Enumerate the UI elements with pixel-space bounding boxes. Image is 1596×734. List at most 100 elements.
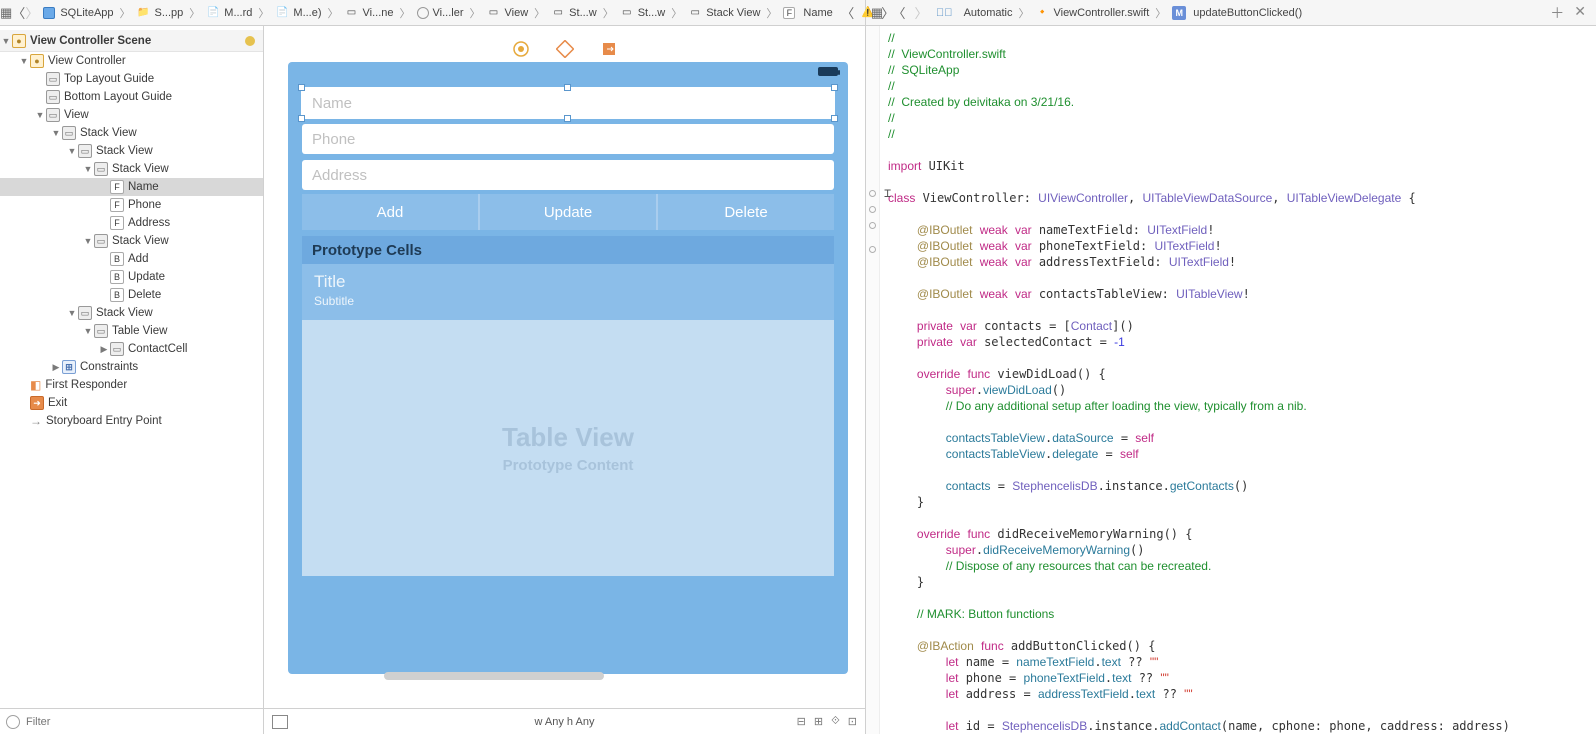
outline-item[interactable]: ▭ Top Layout Guide [0, 70, 263, 88]
resize-tool-icon[interactable]: ⊡ [848, 715, 857, 728]
outline-item-icon: B [110, 252, 124, 266]
outline-item-icon: → [30, 414, 42, 428]
assistant-related-icon[interactable]: ▦ [866, 2, 888, 24]
resolve-tool-icon[interactable]: ⟐ [831, 715, 840, 728]
outline-item-label: View [64, 109, 89, 121]
outline-item-label: Add [128, 253, 148, 265]
assistant-forward-button[interactable]: 〉 [910, 2, 932, 24]
outline-item-label: View Controller [48, 55, 126, 67]
outline-item[interactable]: ▼●View Controller [0, 52, 263, 70]
scene-icon: ● [12, 34, 26, 48]
related-items-icon[interactable]: ▦ [0, 2, 12, 24]
forward-button[interactable]: 〉 [25, 2, 38, 24]
outline-item[interactable]: →Storyboard Entry Point [0, 412, 263, 430]
outline-item[interactable]: ▶▭ContactCell [0, 340, 263, 358]
outline-item-icon: ▭ [62, 126, 76, 140]
filter-icon[interactable] [6, 715, 20, 729]
outline-item-label: Phone [128, 199, 161, 211]
outline-item[interactable]: ◧ First Responder [0, 376, 263, 394]
outline-item-icon: F [110, 198, 124, 212]
outline-filter-input[interactable] [26, 716, 257, 728]
size-class-label[interactable]: w Any h Any [535, 716, 595, 728]
ib-bottom-bar: w Any h Any ⊟ ⊞ ⟐ ⊡ [264, 708, 865, 734]
outline-item[interactable]: ▼▭Stack View [0, 124, 263, 142]
first-responder-icon[interactable] [556, 40, 574, 58]
outline-item[interactable]: ▼▭Stack View [0, 142, 263, 160]
scene-status-dot [245, 36, 255, 46]
outline-item[interactable]: ➜Exit [0, 394, 263, 412]
outline-item-icon: ⊞ [62, 360, 76, 374]
outline-item[interactable]: ▼▭Table View [0, 322, 263, 340]
outline-toggle-button[interactable] [272, 715, 288, 729]
outline-item[interactable]: ▶⊞Constraints [0, 358, 263, 376]
method-icon: M [1172, 6, 1186, 20]
breadcrumb[interactable]: SQLiteApp〉 S...pp〉 📄M...rd〉 📄M...e)〉 ▭Vi… [38, 5, 836, 21]
prototype-cell[interactable]: Title Subtitle [302, 264, 834, 320]
outline-item-icon: ▭ [94, 162, 108, 176]
outline-item[interactable]: ▼▭Stack View [0, 160, 263, 178]
update-button[interactable]: Update [480, 194, 658, 230]
outline-item-label: Top Layout Guide [64, 73, 154, 85]
pin-tool-icon[interactable]: ⊞ [814, 715, 823, 728]
text-cursor: ⌶ [884, 186, 891, 200]
outline-item[interactable]: F Phone [0, 196, 263, 214]
swift-file-icon [1035, 6, 1049, 20]
outline-item[interactable]: F Address [0, 214, 263, 232]
vc-icon[interactable] [512, 40, 530, 58]
outline-item-label: Constraints [80, 361, 138, 373]
add-assistant-button[interactable]: ＋ [1550, 3, 1564, 23]
outline-item-icon: ◧ [30, 378, 41, 392]
outline-item-icon: F [110, 216, 124, 230]
prototype-cells-header: Prototype Cells [302, 236, 834, 264]
jump-bar-right: ▦ 〈 〉 ◯⃘ Automatic〉 ViewController.swift… [866, 0, 1596, 25]
table-view-placeholder[interactable]: Table View Prototype Content [302, 320, 834, 576]
outline-item-label: Stack View [112, 235, 169, 247]
canvas-scrollbar[interactable] [384, 672, 604, 680]
outline-item-label: Address [128, 217, 170, 229]
address-textfield[interactable]: Address [302, 160, 834, 190]
outline-item-label: Bottom Layout Guide [64, 91, 172, 103]
outline-item-label: Exit [48, 397, 67, 409]
outline-item[interactable]: FName [0, 178, 263, 196]
back-button[interactable]: 〈 [12, 2, 25, 24]
outline-item[interactable]: ▼▭Stack View [0, 232, 263, 250]
outline-item[interactable]: BDelete [0, 286, 263, 304]
outline-scene-header[interactable]: ▼ ● View Controller Scene [0, 30, 263, 52]
outline-item[interactable]: ▭ Bottom Layout Guide [0, 88, 263, 106]
exit-icon[interactable] [600, 40, 618, 58]
outline-item-icon: ▭ [46, 72, 60, 86]
outline-item-icon: ▭ [46, 90, 60, 104]
outline-item-label: First Responder [45, 379, 127, 391]
outline-item-icon: ▭ [94, 234, 108, 248]
assistant-breadcrumb[interactable]: ◯⃘ Automatic〉 ViewController.swift〉 Mupd… [932, 5, 1306, 21]
document-outline: ▼ ● View Controller Scene ▼●View Control… [0, 26, 264, 734]
align-tool-icon[interactable]: ⊟ [797, 715, 806, 728]
outline-item-icon: B [110, 288, 124, 302]
name-textfield[interactable]: Name [302, 88, 834, 118]
outline-item-icon: ▭ [46, 108, 60, 122]
outline-item-label: Table View [112, 325, 167, 337]
outline-item-icon: B [110, 270, 124, 284]
phone-textfield[interactable]: Phone [302, 124, 834, 154]
outline-item-label: Stack View [112, 163, 169, 175]
assistant-editor: // // ViewController.swift // SQLiteApp … [866, 26, 1596, 734]
battery-icon [818, 67, 838, 76]
cell-subtitle: Subtitle [314, 294, 822, 308]
outline-item[interactable]: BUpdate [0, 268, 263, 286]
delete-button[interactable]: Delete [658, 194, 834, 230]
assistant-back-button[interactable]: 〈 [888, 2, 910, 24]
code-editor[interactable]: // // ViewController.swift // SQLiteApp … [880, 26, 1596, 734]
device-canvas[interactable]: Name Phone Address Add Update Delete Pro… [288, 62, 848, 674]
prev-issue-button[interactable]: 〈 [837, 2, 859, 24]
outline-item-label: Stack View [80, 127, 137, 139]
add-button[interactable]: Add [302, 194, 480, 230]
jump-bar-left: ▦ 〈 〉 SQLiteApp〉 S...pp〉 📄M...rd〉 📄M...e… [0, 0, 866, 25]
close-assistant-button[interactable]: ✕ [1574, 3, 1586, 23]
code-gutter[interactable] [866, 26, 880, 734]
outline-item-icon: ▭ [78, 306, 92, 320]
jump-bar: ▦ 〈 〉 SQLiteApp〉 S...pp〉 📄M...rd〉 📄M...e… [0, 0, 1596, 26]
outline-item[interactable]: ▼▭Stack View [0, 304, 263, 322]
outline-item[interactable]: ▼▭View [0, 106, 263, 124]
outline-item[interactable]: B Add [0, 250, 263, 268]
outline-filter-bar [0, 708, 263, 734]
